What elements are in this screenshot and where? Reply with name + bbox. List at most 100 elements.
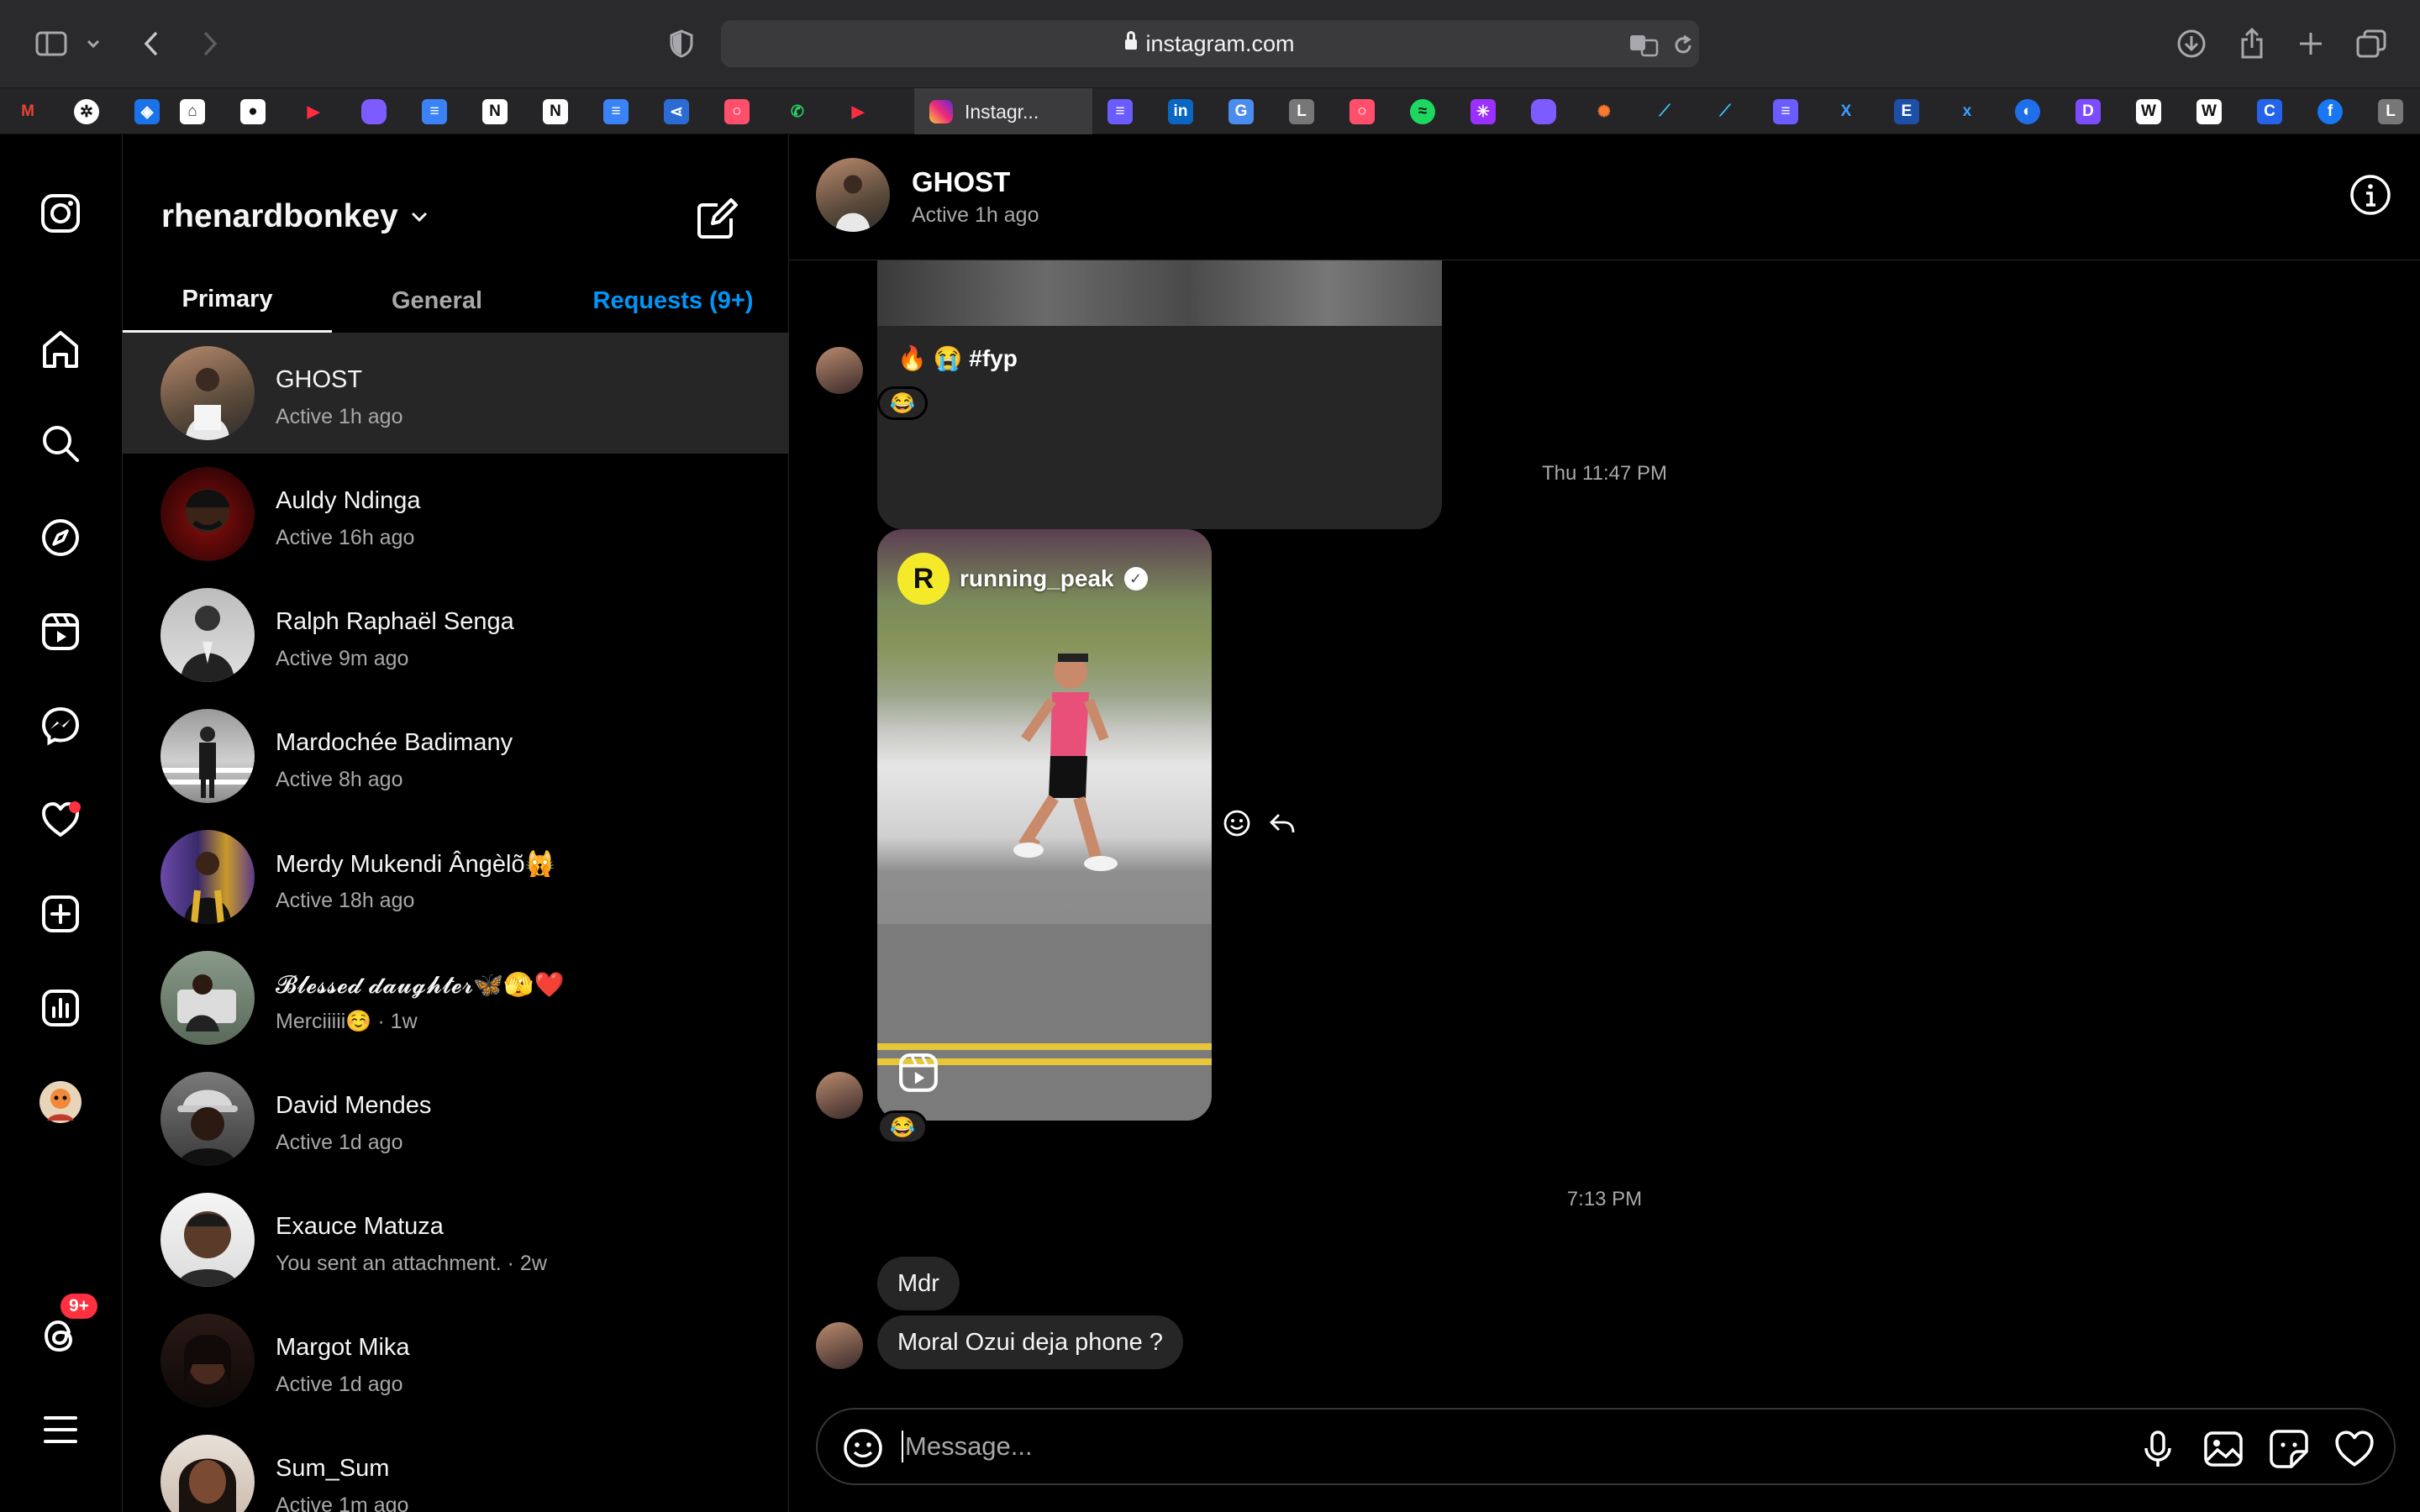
docs-icon[interactable]: ≡ — [422, 99, 447, 124]
app-icon[interactable]: ≡ — [1107, 99, 1133, 124]
bank-icon[interactable]: ⌂ — [180, 99, 205, 124]
avatar[interactable] — [816, 158, 890, 232]
app-icon[interactable] — [1531, 99, 1556, 124]
active-tab[interactable]: Instagr... — [914, 88, 1092, 135]
message-reaction[interactable]: 😂 — [877, 1110, 928, 1144]
youtube-icon[interactable]: ▶ — [845, 99, 871, 124]
shared-post[interactable]: 🔥 😭 #fyp — [877, 260, 1442, 529]
search-icon[interactable] — [34, 417, 87, 470]
github-icon[interactable]: ● — [240, 99, 266, 124]
whatsapp-icon[interactable]: ✆ — [785, 99, 810, 124]
new-message-icon[interactable] — [694, 195, 741, 242]
downloads-icon[interactable] — [2175, 22, 2208, 66]
app-icon[interactable]: ≡ — [1773, 99, 1798, 124]
notion-icon[interactable]: N — [543, 99, 568, 124]
back-icon[interactable] — [138, 22, 165, 66]
explore-icon[interactable] — [34, 511, 87, 564]
emoji-icon[interactable] — [841, 1426, 885, 1470]
reels-icon[interactable] — [34, 605, 87, 659]
conversation-item[interactable]: GHOST Active 1h ago — [123, 333, 788, 454]
notifications-heart-icon[interactable] — [34, 793, 87, 847]
linkedin-icon[interactable]: in — [1168, 99, 1193, 124]
home-icon[interactable] — [34, 323, 87, 376]
sticker-icon[interactable] — [2268, 1428, 2310, 1470]
image-upload-icon[interactable] — [2202, 1428, 2244, 1470]
conversation-item[interactable]: Exauce Matuza You sent an attachment. · … — [123, 1179, 788, 1300]
facebook-icon[interactable]: f — [2317, 99, 2343, 124]
app-icon[interactable]: L — [2378, 99, 2403, 124]
chat-contact-name[interactable]: GHOST — [912, 166, 1010, 198]
conversation-item[interactable]: 𝓑𝓵𝓮𝓼𝓼𝓮𝓭 𝓭𝓪𝓾𝓰𝓱𝓽𝓮𝓻🦋🫣❤️ Merciiiii☺️ · 1w — [123, 937, 788, 1058]
site-icon[interactable]: ◈ — [134, 99, 160, 124]
gmail-icon[interactable]: M — [15, 99, 40, 124]
like-heart-icon[interactable] — [2333, 1428, 2375, 1470]
threads-icon[interactable]: 9+ — [34, 1294, 97, 1362]
app-icon[interactable]: x — [1954, 99, 1980, 124]
flutter-icon[interactable]: ⟋ — [1652, 99, 1677, 124]
more-menu-icon[interactable] — [34, 1403, 87, 1457]
profile-avatar[interactable] — [34, 1075, 87, 1129]
app-icon[interactable]: ◐ — [2015, 99, 2040, 124]
messenger-icon[interactable] — [34, 699, 87, 753]
youtube-icon[interactable]: ▶ — [301, 99, 326, 124]
conversation-item[interactable]: Merdy Mukendi Ângèlõ🙀 Active 18h ago — [123, 816, 788, 937]
conversation-item[interactable]: Mardochée Badimany Active 8h ago — [123, 696, 788, 816]
forward-icon[interactable] — [197, 22, 224, 66]
share-app-icon[interactable]: ⋖ — [664, 99, 689, 124]
react-emoji-icon[interactable] — [1222, 808, 1252, 843]
app-icon[interactable]: ○ — [1349, 99, 1375, 124]
app-icon[interactable]: E — [1894, 99, 1919, 124]
message-bubble[interactable]: Mdr — [877, 1257, 960, 1310]
app-icon[interactable]: ✳ — [1470, 99, 1496, 124]
translate-site-icon[interactable]: G — [1228, 99, 1254, 124]
spotify-icon[interactable]: ≈ — [1410, 99, 1435, 124]
reel-icon — [897, 1052, 939, 1094]
conversation-name: Merdy Mukendi Ângèlõ🙀 — [276, 851, 555, 878]
message-input[interactable]: Message... — [902, 1410, 1033, 1483]
privacy-shield-icon[interactable] — [666, 22, 697, 66]
microphone-icon[interactable] — [2137, 1428, 2179, 1470]
wikipedia-icon[interactable]: W — [2196, 99, 2222, 124]
new-tab-icon[interactable] — [2296, 22, 2326, 66]
dashboard-icon[interactable] — [34, 981, 87, 1035]
conversation-item[interactable]: David Mendes Active 1d ago — [123, 1058, 788, 1179]
claude-icon[interactable]: ✺ — [1591, 99, 1617, 124]
docs-icon[interactable]: ≡ — [603, 99, 629, 124]
message-bubble[interactable]: Moral Ozui deja phone ? — [877, 1315, 1183, 1369]
notion-icon[interactable]: N — [482, 99, 508, 124]
chevron-down-icon[interactable] — [82, 22, 104, 66]
app-icon[interactable] — [361, 99, 387, 124]
shared-reel[interactable]: R running_peak ✓ — [877, 529, 1212, 1121]
app-icon[interactable]: L — [1289, 99, 1314, 124]
conversation-item[interactable]: Auldy Ndinga Active 16h ago — [123, 454, 788, 575]
conversation-item[interactable]: Ralph Raphaël Senga Active 9m ago — [123, 575, 788, 696]
conversation-name: GHOST — [276, 366, 363, 393]
instagram-logo-icon[interactable] — [34, 186, 87, 240]
app-icon[interactable]: ○ — [724, 99, 750, 124]
app-icon[interactable]: D — [2075, 99, 2101, 124]
address-bar[interactable]: instagram.com — [721, 20, 1699, 67]
tab-requests[interactable]: Requests (9+) — [560, 269, 786, 333]
tab-overview-icon[interactable] — [2354, 22, 2388, 66]
wikipedia-icon[interactable]: W — [2136, 99, 2161, 124]
reload-icon[interactable] — [1670, 24, 1696, 67]
account-switcher[interactable]: rhenardbonkey — [161, 198, 429, 235]
tab-primary[interactable]: Primary — [123, 269, 332, 333]
conversation-item[interactable]: Sum_Sum Active 1m ago — [123, 1421, 788, 1512]
tab-general[interactable]: General — [332, 269, 542, 333]
share-icon[interactable] — [2237, 22, 2267, 66]
message-reaction[interactable]: 😂 — [877, 386, 928, 420]
app-icon[interactable]: X — [1833, 99, 1859, 124]
inbox-username: rhenardbonkey — [161, 198, 398, 234]
chatgpt-icon[interactable]: ✲ — [74, 99, 99, 124]
favorites-bar: M ✲ ◈ ⌂ ● ▶ ≡ N N ≡ ⋖ ○ ✆ ▶ Instagr... ≡… — [0, 87, 2420, 135]
info-icon[interactable] — [2349, 173, 2392, 217]
sidebar-toggle-icon[interactable] — [32, 22, 71, 66]
reply-icon[interactable] — [1267, 808, 1297, 843]
conversation-item[interactable]: Margot Mika Active 1d ago — [123, 1300, 788, 1421]
flutter-icon[interactable]: ⟋ — [1712, 99, 1738, 124]
create-icon[interactable] — [34, 887, 87, 941]
app-icon[interactable]: C — [2257, 99, 2282, 124]
translate-icon[interactable] — [1627, 24, 1662, 67]
conversation-name: Auldy Ndinga — [276, 487, 421, 514]
